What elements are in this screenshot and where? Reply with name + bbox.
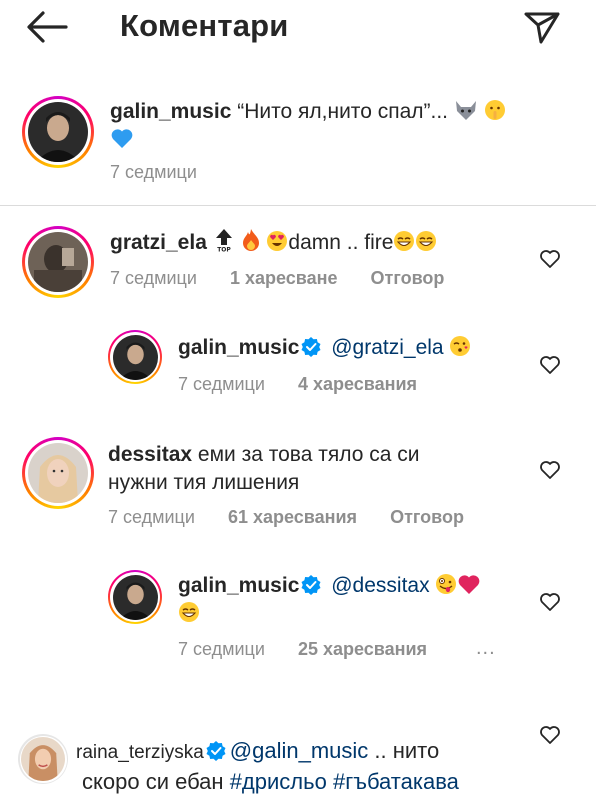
verified-badge-icon bbox=[206, 741, 226, 761]
grin-emoji-icon bbox=[179, 602, 199, 622]
heart-eyes-emoji-icon bbox=[267, 231, 288, 251]
heart-icon[interactable] bbox=[539, 725, 561, 745]
hashtag-link[interactable]: #гъбатакава bbox=[333, 769, 459, 794]
mention-link[interactable]: @dessitax bbox=[331, 574, 429, 597]
comment-username[interactable]: galin_music bbox=[178, 336, 299, 359]
wolf-emoji-icon bbox=[455, 101, 476, 120]
grin-emoji-icon bbox=[416, 231, 437, 251]
comment-meta: 7 седмици 25 харесвания bbox=[178, 639, 455, 660]
avatar[interactable] bbox=[22, 437, 94, 509]
comment-body: damn .. fire bbox=[288, 231, 394, 254]
caption-username[interactable]: galin_music bbox=[110, 100, 231, 123]
caption-meta: 7 седмици bbox=[110, 162, 225, 183]
likes-count[interactable]: 1 харесване bbox=[230, 268, 338, 288]
avatar-photo-icon bbox=[28, 102, 88, 162]
likes-count[interactable]: 61 харесвания bbox=[228, 507, 357, 527]
avatar[interactable] bbox=[22, 226, 94, 298]
hashtag-link[interactable]: #дрисльо bbox=[230, 769, 327, 794]
comment-meta: 7 седмици 1 харесване Отговор bbox=[110, 268, 472, 289]
avatar[interactable] bbox=[18, 734, 68, 784]
heart-icon[interactable] bbox=[539, 249, 561, 269]
heart-icon[interactable] bbox=[539, 592, 561, 612]
fire-emoji-icon bbox=[242, 229, 259, 251]
back-button[interactable] bbox=[26, 10, 68, 44]
verified-badge-icon bbox=[301, 337, 321, 357]
avatar[interactable] bbox=[108, 570, 162, 624]
caption-time: 7 седмици bbox=[110, 162, 197, 182]
comment-body-line2: скоро си ебан bbox=[82, 769, 224, 794]
heart-icon[interactable] bbox=[539, 355, 561, 375]
comment-username[interactable]: gratzi_ela bbox=[110, 231, 207, 254]
top-arrow-emoji-icon: TOP bbox=[215, 229, 232, 253]
page-title: Коментари bbox=[120, 8, 289, 43]
grin-emoji-icon bbox=[394, 231, 415, 251]
header-bar: Коментари bbox=[0, 0, 596, 56]
avatar-photo-icon bbox=[112, 334, 158, 380]
paper-plane-icon bbox=[524, 12, 560, 44]
reply-button[interactable]: Отговор bbox=[371, 268, 445, 288]
comment-time: 7 седмици bbox=[178, 639, 265, 659]
comment-meta: 7 седмици 4 харесвания bbox=[178, 374, 445, 395]
comment-time: 7 седмици bbox=[110, 268, 197, 288]
blue-heart-emoji-icon bbox=[111, 129, 133, 148]
avatar-photo-icon bbox=[28, 443, 88, 503]
comment-body: еми за това тяло са си bbox=[197, 443, 420, 466]
comment-meta: 7 седмици 61 харесвания Отговор bbox=[108, 507, 492, 528]
shushing-face-emoji-icon bbox=[484, 100, 505, 120]
comment-username[interactable]: raina_terziyska bbox=[76, 742, 204, 763]
comment-text: galin_music @dessitax bbox=[178, 572, 518, 628]
comment-username[interactable]: dessitax bbox=[108, 443, 192, 466]
comment-text: raina_terziyska @galin_music .. нито скор… bbox=[76, 736, 546, 796]
zany-face-emoji-icon bbox=[436, 574, 457, 594]
mention-link[interactable]: @gratzi_ela bbox=[331, 336, 443, 359]
comment-username[interactable]: galin_music bbox=[178, 574, 299, 597]
comment-text: galin_music @gratzi_ela bbox=[178, 334, 518, 362]
avatar-photo-icon bbox=[28, 232, 88, 292]
avatar-photo-icon bbox=[21, 737, 65, 781]
caption-divider bbox=[0, 205, 596, 206]
svg-text:TOP: TOP bbox=[217, 247, 231, 253]
reply-button[interactable]: Отговор bbox=[390, 507, 464, 527]
caption-text: galin_music “Нито ял,нито спал”... bbox=[110, 98, 550, 154]
avatar-photo-icon bbox=[112, 574, 158, 620]
mention-link[interactable]: @galin_music bbox=[230, 738, 369, 763]
kissing-wink-emoji-icon bbox=[450, 336, 471, 356]
caption-body: “Нито ял,нито спал”... bbox=[237, 100, 449, 123]
heart-icon[interactable] bbox=[539, 460, 561, 480]
likes-count[interactable]: 25 харесвания bbox=[298, 639, 427, 659]
comment-text: gratzi_ela TOP damn .. fire bbox=[110, 228, 530, 257]
arrow-left-icon bbox=[27, 11, 68, 43]
comment-body: .. нито bbox=[374, 738, 440, 763]
comment-time: 7 седмици bbox=[178, 374, 265, 394]
comment-body-line2: нужни тия лишения bbox=[108, 471, 300, 494]
likes-count[interactable]: 4 харесвания bbox=[298, 374, 417, 394]
verified-badge-icon bbox=[301, 575, 321, 595]
more-options-button[interactable]: ... bbox=[476, 637, 496, 660]
comment-text: dessitax еми за това тяло са си нужни ти… bbox=[108, 441, 528, 497]
share-button[interactable] bbox=[522, 6, 562, 46]
red-heart-emoji-icon bbox=[459, 575, 480, 594]
comment-time: 7 седмици bbox=[108, 507, 195, 527]
avatar[interactable] bbox=[22, 96, 94, 168]
avatar[interactable] bbox=[108, 330, 162, 384]
